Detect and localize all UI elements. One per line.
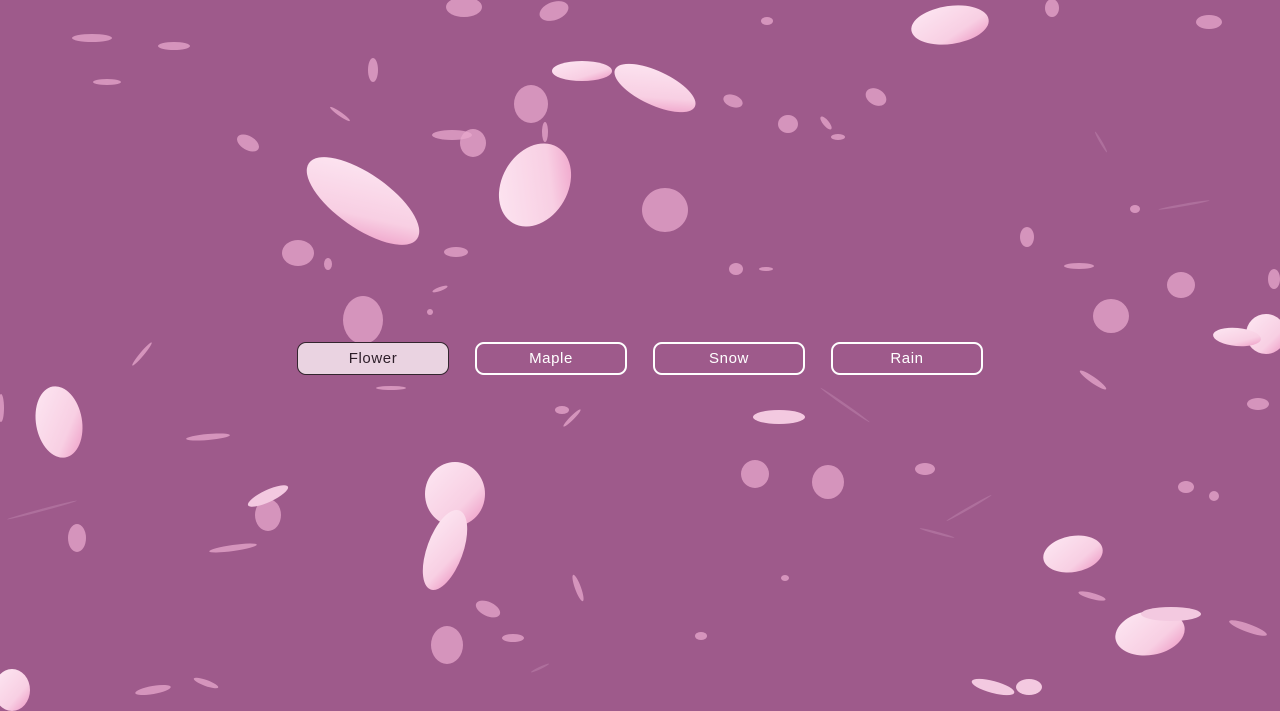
rain-mode-button[interactable]: Rain	[831, 342, 983, 375]
background-slivers	[7, 131, 1210, 673]
snow-mode-button[interactable]: Snow	[653, 342, 805, 375]
mode-selector: Flower Maple Snow Rain	[297, 342, 984, 375]
flower-mode-button[interactable]: Flower	[297, 342, 449, 375]
maple-mode-button[interactable]: Maple	[475, 342, 627, 375]
